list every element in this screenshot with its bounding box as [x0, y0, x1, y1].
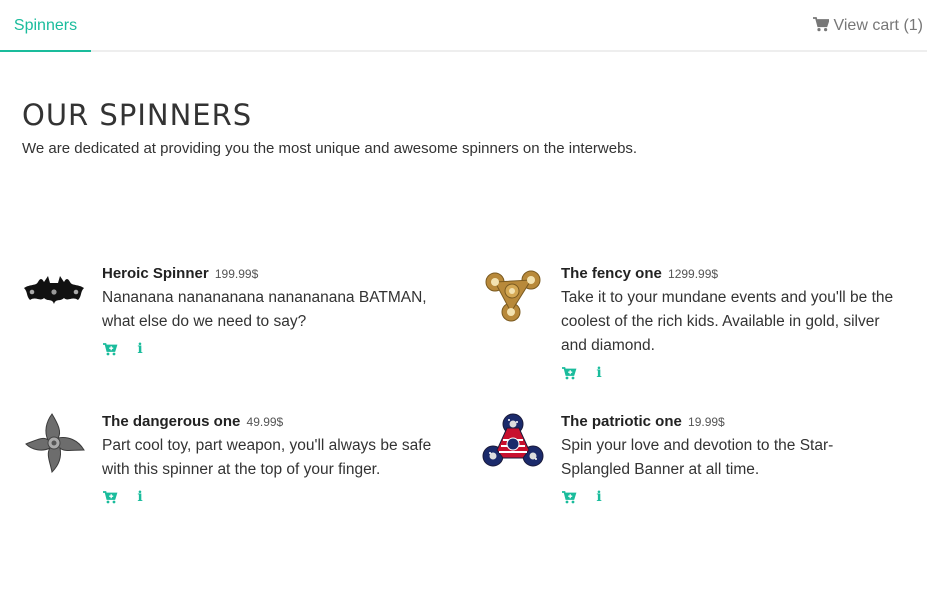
- view-cart-link[interactable]: View cart (1): [813, 0, 923, 50]
- page-title: OUR SPINNERS: [22, 98, 253, 132]
- product-description: Spin your love and devotion to the Star-…: [561, 437, 834, 478]
- top-navbar: Spinners View cart (1): [0, 0, 927, 52]
- info-icon[interactable]: i: [591, 489, 607, 505]
- blade-spinner-image: [25, 413, 85, 474]
- gold-spinner-image: [485, 270, 541, 322]
- product-price: 199.99$: [214, 267, 259, 281]
- product-description: Part cool toy, part weapon, you'll alway…: [102, 437, 432, 478]
- page-subtitle: We are dedicated at providing you the mo…: [22, 140, 638, 157]
- info-icon[interactable]: i: [591, 365, 607, 381]
- product-name[interactable]: Heroic Spinner: [102, 265, 209, 282]
- product-name[interactable]: The fency one: [561, 265, 662, 282]
- product-name[interactable]: The dangerous one: [102, 413, 240, 430]
- product-name[interactable]: The patriotic one: [561, 413, 682, 430]
- batman-spinner-image: [24, 276, 84, 304]
- product-price: 49.99$: [246, 415, 284, 429]
- add-to-cart-icon[interactable]: [561, 365, 577, 381]
- page-header: OUR SPINNERS We are dedicated at providi…: [22, 98, 637, 157]
- tab-spinners[interactable]: Spinners: [0, 0, 91, 52]
- product-price: 19.99$: [688, 415, 725, 429]
- add-to-cart-icon[interactable]: [102, 489, 118, 505]
- add-to-cart-icon[interactable]: [102, 341, 118, 357]
- product-price: 1299.99$: [668, 267, 719, 281]
- flag-spinner-image: [482, 413, 544, 467]
- shopping-cart-icon: [813, 17, 830, 32]
- info-icon[interactable]: i: [132, 489, 148, 505]
- view-cart-label: View cart (1): [833, 17, 923, 34]
- info-icon[interactable]: i: [132, 341, 148, 357]
- product-description: Nananana nanananana nanananana BATMAN, w…: [102, 289, 427, 330]
- add-to-cart-icon[interactable]: [561, 489, 577, 505]
- product-description: Take it to your mundane events and you'l…: [561, 289, 894, 354]
